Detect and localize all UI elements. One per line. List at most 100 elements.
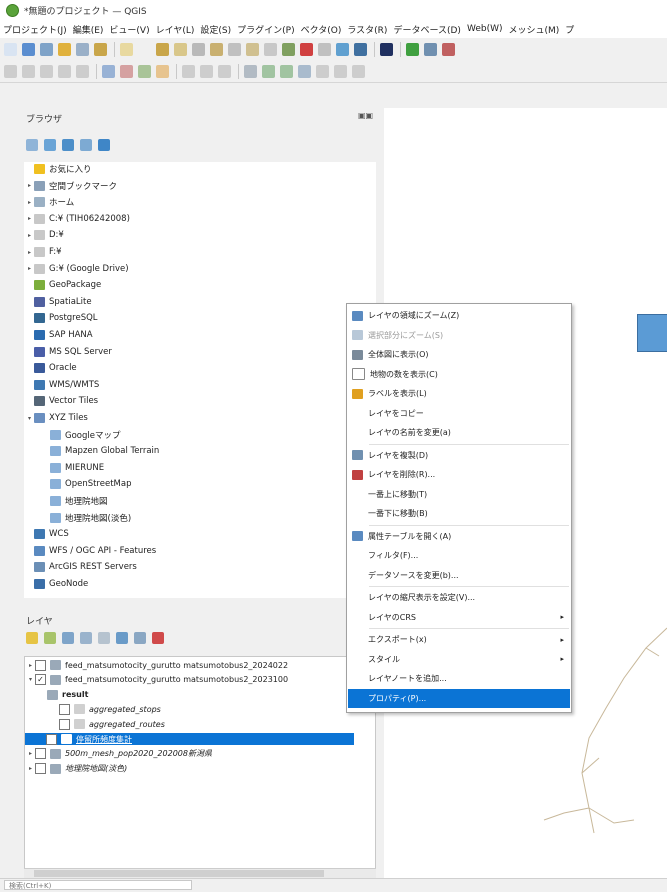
remove-layer-icon[interactable] — [152, 632, 164, 644]
main-tool-icon[interactable] — [336, 42, 349, 56]
main-tool-icon[interactable] — [282, 42, 295, 56]
digitizing-tool-icon[interactable] — [182, 64, 195, 78]
collapse-all-icon[interactable] — [80, 139, 92, 151]
menu-item[interactable]: ベクタ(O) — [301, 23, 348, 36]
expand-arrow-icon[interactable]: ▸ — [26, 750, 35, 757]
menu-item[interactable]: データベース(D) — [393, 23, 467, 36]
menu-item[interactable]: プロジェクト(J) — [3, 23, 73, 36]
add-group-icon[interactable] — [44, 632, 56, 644]
expand-arrow-icon[interactable]: ▸ — [25, 199, 34, 206]
menu-item[interactable]: ラスタ(R) — [347, 23, 393, 36]
browser-item[interactable]: WCS — [25, 528, 69, 540]
menu-item[interactable]: プ — [565, 23, 580, 36]
browser-item[interactable]: 地理院地図 — [41, 495, 108, 507]
browser-item[interactable]: Mapzen Global Terrain — [41, 445, 159, 457]
main-tool-icon[interactable] — [210, 42, 223, 56]
browser-item[interactable]: SAP HANA — [25, 329, 93, 341]
digitizing-tool-icon[interactable] — [138, 64, 151, 78]
main-tool-icon[interactable] — [424, 42, 437, 56]
expand-arrow-icon[interactable]: ▸ — [26, 662, 35, 669]
main-tool-icon[interactable] — [120, 42, 133, 56]
main-tool-icon[interactable] — [4, 42, 17, 56]
menu-item[interactable]: 設定(S) — [200, 23, 237, 36]
context-menu-item[interactable]: レイヤの名前を変更(a) — [348, 423, 570, 442]
expand-arrow-icon[interactable]: ▾ — [25, 415, 34, 422]
browser-item[interactable]: ▸ C:¥ (TIH06242008) — [25, 213, 130, 225]
filter-legend-icon[interactable] — [80, 632, 92, 644]
context-menu-item[interactable]: 全体図に表示(O) — [348, 345, 570, 364]
digitizing-tool-icon[interactable] — [352, 64, 365, 78]
context-menu-item[interactable]: データソースを変更(b)... — [348, 566, 570, 585]
expand-arrow-icon[interactable]: ▸ — [25, 249, 34, 256]
expand-arrow-icon[interactable]: ▸ — [25, 182, 34, 189]
context-menu-item[interactable]: レイヤを削除(R)... — [348, 465, 570, 484]
browser-item[interactable]: MS SQL Server — [25, 346, 112, 358]
main-tool-icon[interactable] — [354, 42, 367, 56]
browser-item[interactable]: WMS/WMTS — [25, 379, 99, 391]
expand-arrow-icon[interactable]: ▸ — [25, 232, 34, 239]
digitizing-tool-icon[interactable] — [280, 64, 293, 78]
main-tool-icon[interactable] — [318, 42, 331, 56]
browser-item[interactable]: ▾ XYZ Tiles — [25, 412, 88, 424]
browser-item[interactable]: MIERUNE — [41, 462, 104, 474]
digitizing-tool-icon[interactable] — [200, 64, 213, 78]
expand-arrow-icon[interactable]: ▸ — [26, 765, 35, 772]
menu-item[interactable]: Web(W) — [467, 24, 509, 34]
main-tool-icon[interactable] — [156, 42, 169, 56]
scrollbar-thumb[interactable] — [34, 870, 324, 877]
browser-item[interactable]: GeoNode — [25, 578, 88, 590]
menu-item[interactable]: レイヤ(L) — [156, 23, 201, 36]
digitizing-tool-icon[interactable] — [156, 64, 169, 78]
layer-item[interactable]: result — [38, 689, 88, 701]
digitizing-tool-icon[interactable] — [120, 64, 133, 78]
layer-item[interactable]: ▸ 500m_mesh_pop2020_202008新潟県 — [26, 748, 212, 760]
filter-expression-icon[interactable] — [98, 632, 110, 644]
context-menu-item[interactable]: フィルタ(F)... — [348, 546, 570, 565]
main-tool-icon[interactable] — [94, 42, 107, 56]
main-tool-icon[interactable] — [76, 42, 89, 56]
context-menu-item[interactable]: 一番上に移動(T) — [348, 485, 570, 504]
browser-item[interactable]: ▸ 空間ブックマーク — [25, 180, 117, 192]
browser-item[interactable]: Oracle — [25, 362, 77, 374]
digitizing-tool-icon[interactable] — [218, 64, 231, 78]
digitizing-tool-icon[interactable] — [334, 64, 347, 78]
expand-arrow-icon[interactable]: ▸ — [25, 215, 34, 222]
filter-icon[interactable] — [62, 139, 74, 151]
main-tool-icon[interactable] — [174, 42, 187, 56]
layer-visibility-checkbox[interactable] — [35, 763, 46, 775]
layer-visibility-checkbox[interactable] — [59, 703, 70, 715]
main-tool-icon[interactable] — [22, 42, 35, 56]
context-menu-item[interactable]: レイヤの領域にズーム(Z) — [348, 306, 570, 325]
layer-item[interactable]: ▸ feed_matsumotocity_gurutto matsumotobus… — [26, 659, 288, 671]
main-tool-icon[interactable] — [192, 42, 205, 56]
layer-visibility-checkbox[interactable] — [59, 718, 70, 730]
digitizing-tool-icon[interactable] — [4, 64, 17, 78]
browser-item[interactable]: 地理院地図(淡色) — [41, 512, 131, 524]
browser-item[interactable]: お気に入り — [25, 163, 92, 175]
context-menu-item[interactable]: プロパティ(P)... — [348, 688, 570, 708]
context-menu-item[interactable]: レイヤを複製(D) — [348, 446, 570, 465]
digitizing-tool-icon[interactable] — [316, 64, 329, 78]
digitizing-tool-icon[interactable] — [262, 64, 275, 78]
expand-all-icon[interactable] — [116, 632, 128, 644]
context-menu-item[interactable]: 選択部分にズーム(S) — [348, 326, 570, 345]
browser-item[interactable]: Vector Tiles — [25, 395, 98, 407]
context-menu-item[interactable]: 属性テーブルを開く(A) — [348, 527, 570, 546]
browser-item[interactable]: ▸ D:¥ — [25, 229, 64, 241]
browser-item[interactable]: ▸ F:¥ — [25, 246, 62, 258]
browser-item[interactable]: WFS / OGC API - Features — [25, 545, 156, 557]
layer-visibility-checkbox[interactable]: ✓ — [35, 674, 46, 686]
context-menu-item[interactable]: レイヤをコピー — [348, 404, 570, 423]
browser-item[interactable]: Googleマップ — [41, 429, 120, 441]
layer-visibility-checkbox[interactable]: ✓ — [46, 733, 57, 745]
context-menu-item[interactable]: エクスポート(x) ▸ — [348, 630, 570, 649]
menu-item[interactable]: ビュー(V) — [109, 23, 155, 36]
browser-item[interactable]: ▸ G:¥ (Google Drive) — [25, 263, 129, 275]
manage-theme-icon[interactable] — [62, 632, 74, 644]
context-menu-item[interactable]: レイヤの縮尺表示を設定(V)... — [348, 588, 570, 607]
browser-item[interactable]: OpenStreetMap — [41, 478, 131, 490]
browser-item[interactable]: PostgreSQL — [25, 312, 98, 324]
main-tool-icon[interactable] — [442, 42, 455, 56]
main-tool-icon[interactable] — [264, 42, 277, 56]
context-menu-item[interactable]: ラベルを表示(L) — [348, 384, 570, 403]
